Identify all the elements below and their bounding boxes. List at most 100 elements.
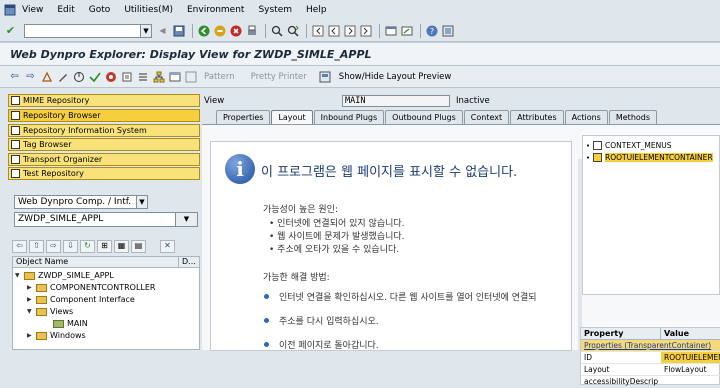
info-icon: i: [225, 154, 255, 184]
command-field[interactable]: ▼: [24, 23, 152, 38]
tree-display-icon[interactable]: ▦: [114, 239, 129, 253]
arrow-left-icon[interactable]: ◀: [156, 24, 169, 37]
tree-hierarchy-icon[interactable]: ⊞: [97, 239, 112, 253]
tree-forward-icon[interactable]: ⇨: [46, 239, 61, 253]
collapsed-icon[interactable]: ▶: [27, 332, 36, 339]
where-used-icon[interactable]: [136, 70, 149, 83]
tree-up-icon[interactable]: ⇧: [29, 239, 44, 253]
tab-methods[interactable]: Methods: [608, 110, 658, 124]
property-row[interactable]: accessibilityDescrip: [581, 376, 720, 388]
tree-select-icon[interactable]: ▤: [131, 239, 146, 253]
shortcut-icon[interactable]: [400, 24, 413, 37]
nav-tag-browser[interactable]: Tag Browser: [8, 138, 200, 151]
tab-actions[interactable]: Actions: [564, 110, 608, 124]
tab-context[interactable]: Context: [463, 110, 510, 124]
menu-goto[interactable]: Goto: [89, 5, 111, 15]
find-icon[interactable]: [270, 24, 283, 37]
activate-icon[interactable]: [104, 70, 117, 83]
exit-icon[interactable]: [213, 24, 226, 37]
property-row[interactable]: ID ROOTUIELEMEN: [581, 352, 720, 364]
nav-repository-browser[interactable]: Repository Browser: [8, 109, 200, 122]
collapsed-icon[interactable]: ▶: [27, 296, 36, 303]
tree-refresh-icon[interactable]: ↻: [80, 239, 95, 253]
object-type-select[interactable]: Web Dynpro Comp. / Intf. ▼: [14, 195, 148, 209]
chevron-down-icon[interactable]: ▼: [140, 24, 151, 37]
tree-node-component-interface[interactable]: ▶ Component Interface: [27, 294, 135, 305]
property-section-label[interactable]: Properties (TransparentContainer): [581, 340, 720, 351]
bullet-icon: [264, 342, 269, 347]
back-arrow-icon[interactable]: ⇦: [8, 70, 21, 83]
tree-node-main[interactable]: MAIN: [53, 318, 88, 329]
forward-arrow-icon[interactable]: ⇨: [24, 70, 37, 83]
bullet-icon: [264, 318, 269, 323]
test-icon[interactable]: [120, 70, 133, 83]
nav-test-repository[interactable]: Test Repository: [8, 167, 200, 180]
property-value[interactable]: ROOTUIELEMEN: [661, 352, 720, 363]
menu-edit[interactable]: Edit: [57, 5, 74, 15]
pretty-printer-button[interactable]: Pretty Printer: [251, 72, 307, 82]
new-session-icon[interactable]: [384, 24, 397, 37]
view-name-field[interactable]: MAIN: [342, 95, 450, 107]
enter-icon[interactable]: ✔: [4, 24, 17, 37]
property-row[interactable]: Layout FlowLayout: [581, 364, 720, 376]
tab-layout[interactable]: Layout: [271, 110, 313, 124]
window-icon[interactable]: [4, 4, 16, 16]
mime-repository-icon: [11, 96, 20, 105]
layout-menu-icon[interactable]: [441, 24, 454, 37]
other-object-icon[interactable]: [40, 70, 53, 83]
tree-node-componentcontroller[interactable]: ▶ COMPONENTCONTROLLER: [27, 282, 155, 293]
chevron-down-icon[interactable]: ▼: [175, 213, 197, 226]
ui-element-context-menus[interactable]: • CONTEXT_MENUS: [586, 140, 671, 151]
nav-mime-repository[interactable]: MIME Repository: [8, 94, 200, 107]
prev-page-icon[interactable]: [327, 24, 340, 37]
tab-properties[interactable]: Properties: [216, 110, 271, 124]
tree-back-icon[interactable]: ⇦: [12, 239, 27, 253]
tab-inbound-plugs[interactable]: Inbound Plugs: [313, 110, 385, 124]
nav-transport-organizer[interactable]: Transport Organizer: [8, 153, 200, 166]
check-icon[interactable]: [88, 70, 101, 83]
active-inactive-icon[interactable]: [72, 70, 85, 83]
tree-node-component[interactable]: ▼ ZWDP_SIMLE_APPL: [15, 270, 114, 281]
first-page-icon[interactable]: [311, 24, 324, 37]
tree-column-d[interactable]: D...: [179, 257, 196, 267]
expanded-icon[interactable]: ▼: [15, 272, 24, 279]
find-next-icon[interactable]: [286, 24, 299, 37]
last-page-icon[interactable]: [359, 24, 372, 37]
print-icon[interactable]: [245, 24, 258, 37]
menu-environment[interactable]: Environment: [187, 5, 244, 15]
tab-attributes[interactable]: Attributes: [510, 110, 564, 124]
next-page-icon[interactable]: [343, 24, 356, 37]
property-column-header[interactable]: Property: [581, 328, 661, 340]
tree-column-object-name[interactable]: Object Name: [13, 257, 179, 267]
container-icon: [593, 153, 602, 162]
ui-element-rootuielementcontainer[interactable]: • ROOTUIELEMENTCONTAINER: [586, 152, 713, 163]
pattern-button[interactable]: Pattern: [204, 72, 235, 82]
editor-pane: View MAIN Inactive Properties Layout Inb…: [202, 90, 720, 388]
nav-repository-information-system[interactable]: Repository Information System: [8, 124, 200, 137]
save-icon[interactable]: [172, 24, 185, 37]
help-icon[interactable]: ?: [425, 24, 438, 37]
display-change-icon[interactable]: [56, 70, 69, 83]
cancel-icon[interactable]: [229, 24, 242, 37]
back-icon[interactable]: [197, 24, 210, 37]
collapsed-icon[interactable]: ▶: [27, 284, 36, 291]
property-value[interactable]: FlowLayout: [661, 364, 720, 375]
window-list-icon[interactable]: [168, 70, 181, 83]
hierarchy-icon[interactable]: [152, 70, 165, 83]
tree-node-windows[interactable]: ▶ Windows: [27, 330, 86, 341]
object-name-field[interactable]: ZWDP_SIMLE_APPL ▼: [14, 212, 198, 227]
show-hide-layout-preview-button[interactable]: Show/Hide Layout Preview: [339, 72, 452, 82]
menu-utilities[interactable]: Utilities(M): [124, 5, 173, 15]
menu-system[interactable]: System: [258, 5, 292, 15]
menu-view[interactable]: View: [22, 5, 43, 15]
tab-outbound-plugs[interactable]: Outbound Plugs: [385, 110, 463, 124]
menu-help[interactable]: Help: [306, 5, 327, 15]
tree-node-views[interactable]: ▼ Views: [27, 306, 73, 317]
ui-element-label: ROOTUIELEMENTCONTAINER: [605, 153, 713, 162]
chevron-down-icon[interactable]: ▼: [136, 196, 147, 208]
solution-item: 이전 페이지로 돌아갑니다.: [279, 341, 379, 351]
tree-down-icon[interactable]: ⇩: [63, 239, 78, 253]
value-column-header[interactable]: Value: [661, 328, 720, 340]
expanded-icon[interactable]: ▼: [27, 308, 36, 315]
tree-close-icon[interactable]: ✕: [160, 239, 175, 253]
